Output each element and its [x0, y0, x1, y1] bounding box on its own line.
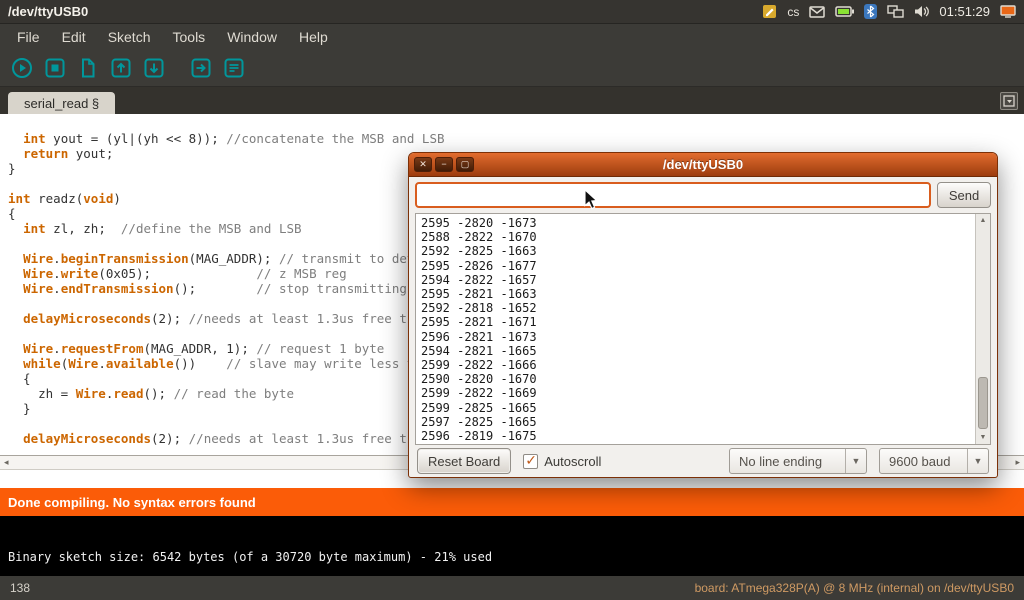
tab-label: serial_read §	[24, 96, 99, 111]
scroll-left-icon[interactable]: ◂	[4, 457, 9, 468]
mail-icon[interactable]	[809, 6, 825, 18]
system-tray: cs 01:51:29	[762, 4, 1016, 19]
volume-icon[interactable]	[914, 5, 929, 18]
serial-output-panel: 2595 -2820 -1673 2588 -2822 -1670 2592 -…	[415, 213, 991, 445]
console-text: Binary sketch size: 6542 bytes (of a 307…	[8, 550, 1024, 564]
menu-item-help[interactable]: Help	[288, 24, 339, 50]
scroll-down-icon[interactable]: ▼	[976, 431, 990, 444]
serial-send-input[interactable]	[415, 182, 931, 208]
autoscroll-label: Autoscroll	[544, 454, 601, 469]
serial-monitor-window: ✕ − ▢ /dev/ttyUSB0 Send 2595 -2820 -1673…	[408, 152, 998, 478]
console: Binary sketch size: 6542 bytes (of a 307…	[0, 516, 1024, 576]
menu-item-sketch[interactable]: Sketch	[97, 24, 162, 50]
bluetooth-icon[interactable]	[864, 4, 877, 19]
minimize-icon[interactable]: −	[435, 157, 453, 172]
panel-window-title: /dev/ttyUSB0	[8, 4, 88, 19]
clock[interactable]: 01:51:29	[939, 4, 990, 19]
menu-item-file[interactable]: File	[6, 24, 51, 50]
tab-bar: serial_read §	[0, 87, 1024, 114]
toolbar	[0, 50, 1024, 87]
footer: 138 board: ATmega328P(A) @ 8 MHz (intern…	[0, 576, 1024, 600]
serial-monitor-button[interactable]	[220, 54, 248, 82]
baud-rate-value: 9600 baud	[880, 449, 967, 473]
serial-output[interactable]: 2595 -2820 -1673 2588 -2822 -1670 2592 -…	[416, 214, 975, 444]
serial-scrollbar[interactable]: ▲ ▼	[975, 214, 990, 444]
menu-bar: FileEditSketchToolsWindowHelp	[0, 24, 1024, 50]
line-ending-value: No line ending	[730, 449, 845, 473]
code-line: int yout = (yl|(yh << 8)); //concatenate…	[8, 131, 1024, 146]
send-button[interactable]: Send	[937, 182, 991, 208]
status-message: Done compiling. No syntax errors found	[8, 495, 256, 510]
open-button[interactable]	[107, 54, 135, 82]
status-bar: Done compiling. No syntax errors found	[0, 488, 1024, 516]
menu-item-window[interactable]: Window	[216, 24, 288, 50]
scrollbar-thumb[interactable]	[978, 377, 988, 429]
serial-window-title: /dev/ttyUSB0	[409, 157, 997, 172]
serial-monitor-titlebar[interactable]: ✕ − ▢ /dev/ttyUSB0	[409, 153, 997, 177]
mouse-cursor	[584, 189, 598, 210]
verify-button[interactable]	[8, 54, 36, 82]
stop-button[interactable]	[41, 54, 69, 82]
keyboard-layout-indicator[interactable]: cs	[787, 5, 799, 19]
line-number: 138	[10, 581, 30, 595]
tab-serial-read[interactable]: serial_read §	[8, 92, 115, 114]
baud-rate-select[interactable]: 9600 baud ▼	[879, 448, 989, 474]
line-ending-select[interactable]: No line ending ▼	[729, 448, 867, 474]
serial-input-row: Send	[409, 177, 997, 213]
top-panel: /dev/ttyUSB0 cs 01:51:29	[0, 0, 1024, 24]
menu-item-edit[interactable]: Edit	[51, 24, 97, 50]
serial-bottom-bar: Reset Board Autoscroll No line ending ▼ …	[409, 445, 997, 477]
scroll-up-icon[interactable]: ▲	[976, 214, 990, 227]
scroll-right-icon[interactable]: ▸	[1015, 457, 1020, 468]
reset-board-button[interactable]: Reset Board	[417, 448, 511, 474]
notes-icon[interactable]	[762, 4, 777, 19]
menu-item-tools[interactable]: Tools	[162, 24, 217, 50]
autoscroll-checkbox[interactable]	[523, 454, 538, 469]
chevron-down-icon[interactable]: ▼	[845, 449, 866, 473]
chevron-down-icon[interactable]: ▼	[967, 449, 988, 473]
upload-button[interactable]	[187, 54, 215, 82]
session-icon[interactable]	[1000, 5, 1016, 18]
tab-menu-button[interactable]	[1000, 92, 1018, 110]
save-button[interactable]	[140, 54, 168, 82]
new-sketch-button[interactable]	[74, 54, 102, 82]
autoscroll-control[interactable]: Autoscroll	[523, 454, 601, 469]
battery-icon[interactable]	[835, 6, 854, 17]
close-icon[interactable]: ✕	[414, 157, 432, 172]
maximize-icon[interactable]: ▢	[456, 157, 474, 172]
board-info: board: ATmega328P(A) @ 8 MHz (internal) …	[695, 581, 1014, 595]
network-icon[interactable]	[887, 5, 904, 18]
